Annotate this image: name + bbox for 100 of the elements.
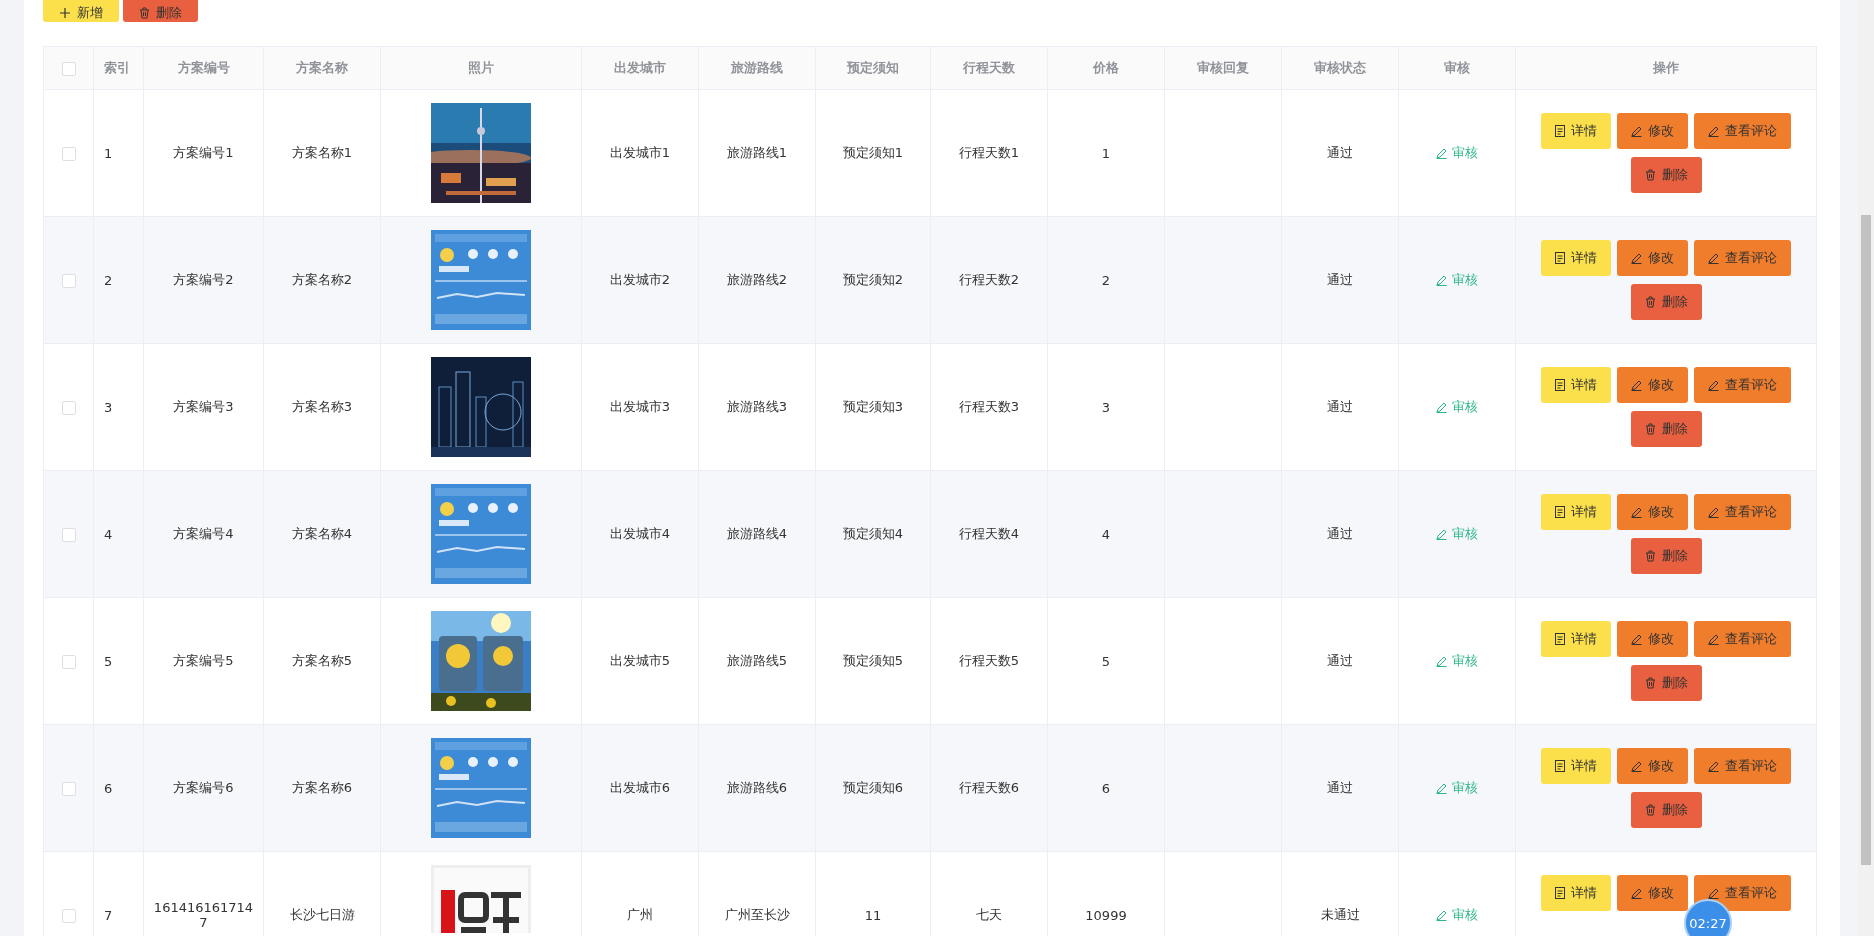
table-cell: 预定须知6 [815,724,931,852]
delete-button[interactable]: 删除 [1630,538,1702,574]
table-cell: 方案名称2 [263,216,381,344]
table-cell: 3 [1047,343,1165,471]
add-button[interactable]: 新增 [43,0,119,22]
column-header: 方案名称 [263,46,381,90]
table-cell: 3 [93,343,144,471]
detail-button[interactable]: 详情 [1541,240,1611,276]
delete-button[interactable]: 删除 [123,0,198,22]
table-cell: 6 [1047,724,1165,852]
table-cell: 旅游路线3 [698,343,816,471]
table-cell: 通过 [1281,89,1399,217]
column-header: 审核 [1398,46,1516,90]
table-cell: 出发城市3 [581,343,699,471]
column-header: 价格 [1047,46,1165,90]
table-cell: 4 [93,470,144,598]
edit-button[interactable]: 查看评论 [1694,113,1791,149]
edit-button[interactable]: 修改 [1617,494,1688,530]
table-cell: 方案编号2 [143,216,264,344]
delete-button[interactable]: 删除 [1630,411,1702,447]
edit-button[interactable]: 查看评论 [1694,367,1791,403]
table-cell: 方案编号4 [143,470,264,598]
edit-button[interactable]: 查看评论 [1694,494,1791,530]
edit-button[interactable]: 修改 [1617,621,1688,657]
table-cell: 通过 [1281,216,1399,344]
table-cell: 旅游路线6 [698,724,816,852]
delete-button[interactable]: 删除 [1630,157,1702,193]
column-header: 行程天数 [930,46,1048,90]
edit-button[interactable]: 修改 [1617,875,1688,911]
table-cell: 预定须知5 [815,597,931,725]
table-cell: 方案编号6 [143,724,264,852]
column-header: 操作 [1515,46,1817,90]
column-header: 方案编号 [143,46,264,90]
detail-button[interactable]: 详情 [1541,621,1611,657]
table-cell: 出发城市6 [581,724,699,852]
table-cell: 方案名称3 [263,343,381,471]
edit-button[interactable]: 查看评论 [1694,621,1791,657]
delete-button[interactable]: 删除 [1630,284,1702,320]
edit-button[interactable]: 查看评论 [1694,875,1791,911]
audit-link[interactable]: 审核 [1436,144,1478,162]
detail-button[interactable]: 详情 [1541,748,1611,784]
delete-button[interactable]: 删除 [1630,792,1702,828]
table-cell: 旅游路线1 [698,89,816,217]
detail-button[interactable]: 详情 [1541,367,1611,403]
delete-button[interactable]: 删除 [1630,665,1702,701]
table-cell: 通过 [1281,343,1399,471]
column-header: 审核回复 [1164,46,1282,90]
table-cell: 行程天数5 [930,597,1048,725]
table-cell: 旅游路线4 [698,470,816,598]
table-cell: 通过 [1281,597,1399,725]
edit-button[interactable]: 修改 [1617,240,1688,276]
table-cell: 5 [93,597,144,725]
table-cell: 1 [93,89,144,217]
table-cell: 行程天数2 [930,216,1048,344]
table-cell: 出发城市4 [581,470,699,598]
table-cell: 预定须知4 [815,470,931,598]
column-header: 预定须知 [815,46,931,90]
table-cell: 通过 [1281,724,1399,852]
table-cell: 行程天数3 [930,343,1048,471]
table-cell: 2 [93,216,144,344]
table-cell: 出发城市1 [581,89,699,217]
table-cell: 方案编号5 [143,597,264,725]
table-cell: 4 [1047,470,1165,598]
table-cell: 方案名称1 [263,89,381,217]
table-cell: 方案名称5 [263,597,381,725]
column-header: 审核状态 [1281,46,1399,90]
table-cell: 方案编号1 [143,89,264,217]
audit-link[interactable]: 审核 [1436,779,1478,797]
table-cell: 预定须知3 [815,343,931,471]
table-cell: 旅游路线2 [698,216,816,344]
column-header: 索引 [93,46,144,90]
table-cell: 行程天数4 [930,470,1048,598]
table-cell: 方案名称4 [263,470,381,598]
audit-link[interactable]: 审核 [1436,271,1478,289]
audit-link[interactable]: 审核 [1436,525,1478,543]
audit-link[interactable]: 审核 [1436,906,1478,924]
table-cell: 旅游路线5 [698,597,816,725]
edit-button[interactable]: 修改 [1617,748,1688,784]
edit-button[interactable]: 修改 [1617,113,1688,149]
edit-button[interactable]: 查看评论 [1694,240,1791,276]
column-header: 出发城市 [581,46,699,90]
detail-button[interactable]: 详情 [1541,875,1611,911]
audit-link[interactable]: 审核 [1436,652,1478,670]
table-cell: 通过 [1281,470,1399,598]
table-cell: 方案编号3 [143,343,264,471]
column-header: 照片 [380,46,582,90]
edit-button[interactable]: 修改 [1617,367,1688,403]
detail-button[interactable]: 详情 [1541,113,1611,149]
table-cell: 5 [1047,597,1165,725]
audit-link[interactable]: 审核 [1436,398,1478,416]
column-header: 旅游路线 [698,46,816,90]
edit-button[interactable]: 查看评论 [1694,748,1791,784]
table-cell: 行程天数1 [930,89,1048,217]
detail-button[interactable]: 详情 [1541,494,1611,530]
table-cell: 1 [1047,89,1165,217]
table-cell: 出发城市5 [581,597,699,725]
table-cell: 预定须知2 [815,216,931,344]
table-cell: 出发城市2 [581,216,699,344]
table-cell: 2 [1047,216,1165,344]
table-cell: 方案名称6 [263,724,381,852]
